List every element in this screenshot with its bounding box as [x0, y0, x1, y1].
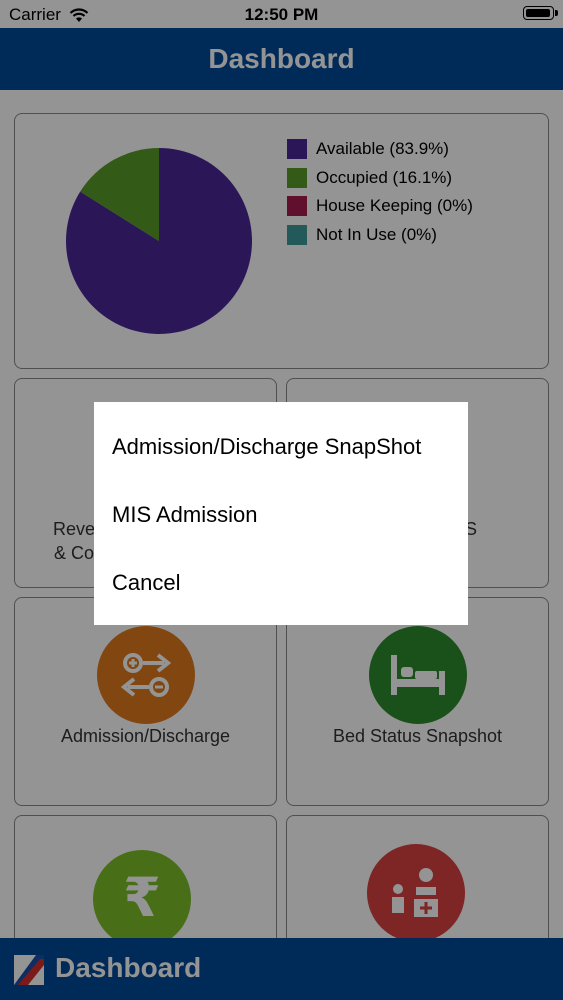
admission-discharge-snapshot-option[interactable]: Admission/Discharge SnapShot	[112, 434, 421, 460]
cancel-option[interactable]: Cancel	[112, 570, 180, 596]
action-sheet: Admission/Discharge SnapShot MIS Admissi…	[94, 402, 468, 625]
mis-admission-option[interactable]: MIS Admission	[112, 502, 258, 528]
